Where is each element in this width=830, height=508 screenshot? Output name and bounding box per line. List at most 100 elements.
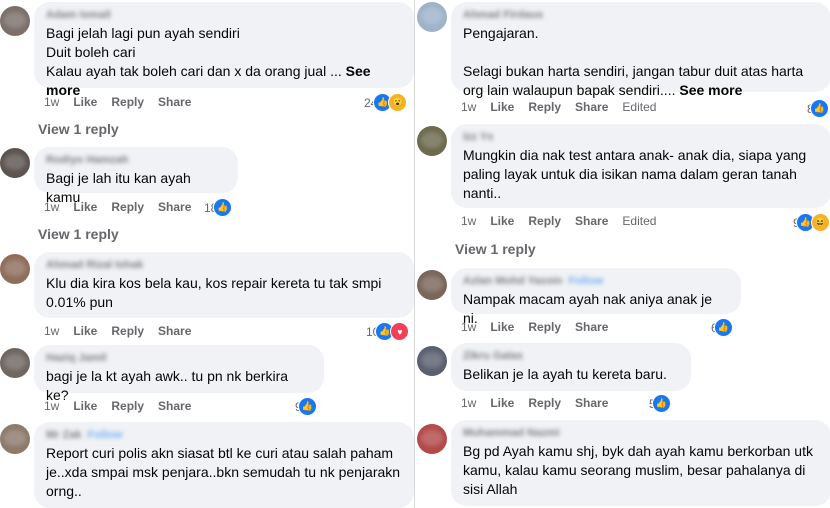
share-button[interactable]: Share [575, 214, 608, 228]
reaction-summary[interactable]: 5 👍 [649, 394, 671, 413]
reply-button[interactable]: Reply [528, 214, 561, 228]
like-button[interactable]: Like [490, 320, 514, 334]
comment-age[interactable]: 1w [461, 396, 476, 410]
comment-text: Report curi polis akn siasat btl ke curi… [46, 445, 401, 499]
reply-button[interactable]: Reply [111, 95, 144, 109]
comment-age[interactable]: 1w [461, 320, 476, 334]
reaction-summary[interactable]: 9 👍 😆 [793, 213, 830, 232]
reaction-summary[interactable]: 9 👍 [295, 397, 317, 416]
wow-emoji-icon: 😮 [388, 93, 408, 112]
commenter-name[interactable]: Rodiyo Hamzah [46, 153, 226, 167]
share-button[interactable]: Share [158, 200, 191, 214]
avatar[interactable] [0, 148, 30, 178]
comment-text: Bagi jelah lagi pun ayah sendiri Duit bo… [46, 25, 371, 98]
haha-emoji-icon: 😆 [810, 213, 830, 232]
like-button[interactable]: Like [490, 100, 514, 114]
comment-bubble: Azlan Mohd Yassin Follow Nampak macam aya… [451, 268, 741, 326]
view-replies-link[interactable]: View 1 reply [38, 121, 119, 137]
comment-bubble: Zikru Galas Belikan je la ayah tu kereta… [451, 343, 691, 391]
commenter-name[interactable]: Muhammad Nazmi [463, 426, 819, 440]
comment-age[interactable]: 1w [461, 214, 476, 228]
avatar[interactable] [0, 254, 30, 284]
comment-age[interactable]: 1w [44, 324, 59, 338]
commenter-name[interactable]: Adam Ismail [46, 8, 402, 22]
reaction-summary[interactable]: 24 👍 😮 [364, 93, 408, 112]
comment-bubble: Mr Zak Follow Report curi polis akn siasa… [34, 422, 414, 508]
reaction-summary[interactable]: 10 👍 ♥ [366, 322, 410, 341]
comment-actions: 1w Like Reply Share [461, 396, 622, 410]
reply-button[interactable]: Reply [111, 324, 144, 338]
comment-text: Mungkin dia nak test antara anak- anak d… [463, 147, 807, 201]
comment-actions: 1w Like Reply Share [44, 200, 205, 214]
avatar[interactable] [417, 424, 447, 454]
thumbs-up-icon: 👍 [651, 394, 671, 413]
comment-bubble: Haziq Jamil bagi je la kt ayah awk.. tu … [34, 345, 324, 403]
reply-button[interactable]: Reply [111, 399, 144, 413]
thumbs-up-icon: 👍 [713, 318, 733, 337]
commenter-name[interactable]: Mr Zak Follow [46, 428, 402, 442]
comment-bubble: Muhammad Nazmi Bg pd Ayah kamu shj, byk … [451, 420, 830, 506]
reaction-summary[interactable]: 6 👍 [711, 318, 733, 337]
avatar[interactable] [0, 348, 30, 378]
share-button[interactable]: Share [158, 95, 191, 109]
comment-bubble: Ahmad Rizal Ishak Klu dia kira kos bela … [34, 252, 414, 318]
commenter-name[interactable]: Azlan Mohd Yassin Follow [463, 274, 729, 288]
comment-actions: 1w Like Reply Share [44, 95, 205, 109]
comment-age[interactable]: 1w [44, 200, 59, 214]
like-button[interactable]: Like [73, 200, 97, 214]
reply-button[interactable]: Reply [111, 200, 144, 214]
share-button[interactable]: Share [575, 320, 608, 334]
avatar[interactable] [417, 126, 447, 156]
commenter-name[interactable]: Izz Ys [463, 130, 819, 144]
like-button[interactable]: Like [490, 396, 514, 410]
avatar[interactable] [0, 6, 30, 36]
like-button[interactable]: Like [73, 95, 97, 109]
edited-label: Edited [622, 214, 657, 228]
comment-actions: 1w Like Reply Share [461, 320, 622, 334]
comment-age[interactable]: 1w [461, 100, 476, 114]
view-replies-link[interactable]: View 1 reply [38, 226, 119, 242]
view-replies-link[interactable]: View 1 reply [455, 241, 536, 257]
share-button[interactable]: Share [158, 324, 191, 338]
share-button[interactable]: Share [158, 399, 191, 413]
avatar[interactable] [0, 424, 30, 454]
like-button[interactable]: Like [73, 399, 97, 413]
thumbs-up-icon: 👍 [213, 198, 233, 217]
like-button[interactable]: Like [73, 324, 97, 338]
like-button[interactable]: Like [490, 214, 514, 228]
avatar[interactable] [417, 270, 447, 300]
reply-button[interactable]: Reply [528, 100, 561, 114]
comment-actions: 1w Like Reply Share Edited [461, 214, 670, 228]
comment-bubble: Ahmad Firdaus Pengajaran. Selagi bukan h… [451, 2, 830, 98]
left-comments-panel: Adam Ismail Bagi jelah lagi pun ayah sen… [0, 0, 414, 508]
edited-label: Edited [622, 100, 657, 114]
reaction-summary[interactable]: 18 👍 [204, 198, 233, 217]
share-button[interactable]: Share [575, 100, 608, 114]
commenter-name[interactable]: Haziq Jamil [46, 351, 312, 365]
avatar[interactable] [417, 346, 447, 376]
right-comments-panel: Ahmad Firdaus Pengajaran. Selagi bukan h… [414, 0, 830, 508]
heart-icon: ♥ [390, 322, 410, 341]
comment-age[interactable]: 1w [44, 95, 59, 109]
reaction-summary[interactable]: 8 👍 [807, 99, 829, 118]
commenter-name[interactable]: Zikru Galas [463, 349, 679, 363]
comment-age[interactable]: 1w [44, 399, 59, 413]
comment-text: Klu dia kira kos bela kau, kos repair ke… [46, 275, 382, 310]
comment-actions: 1w Like Reply Share Edited [461, 100, 670, 114]
comment-actions: 1w Like Reply Share [44, 399, 205, 413]
commenter-name[interactable]: Ahmad Rizal Ishak [46, 258, 402, 272]
comment-bubble: Izz Ys Mungkin dia nak test antara anak-… [451, 124, 830, 208]
reply-button[interactable]: Reply [528, 396, 561, 410]
comment-bubble: Rodiyo Hamzah Bagi je lah itu kan ayah k… [34, 147, 238, 205]
comment-bubble: Adam Ismail Bagi jelah lagi pun ayah sen… [34, 2, 414, 98]
reply-button[interactable]: Reply [528, 320, 561, 334]
comment-actions: 1w Like Reply Share [44, 324, 205, 338]
commenter-name[interactable]: Ahmad Firdaus [463, 8, 819, 22]
see-more-link[interactable]: See more [679, 82, 742, 98]
thumbs-up-icon: 👍 [809, 99, 829, 118]
avatar[interactable] [417, 2, 447, 32]
thumbs-up-icon: 👍 [297, 397, 317, 416]
comment-text: Belikan je la ayah tu kereta baru. [463, 366, 667, 382]
share-button[interactable]: Share [575, 396, 608, 410]
comment-text: Pengajaran. Selagi bukan harta sendiri, … [463, 25, 804, 98]
